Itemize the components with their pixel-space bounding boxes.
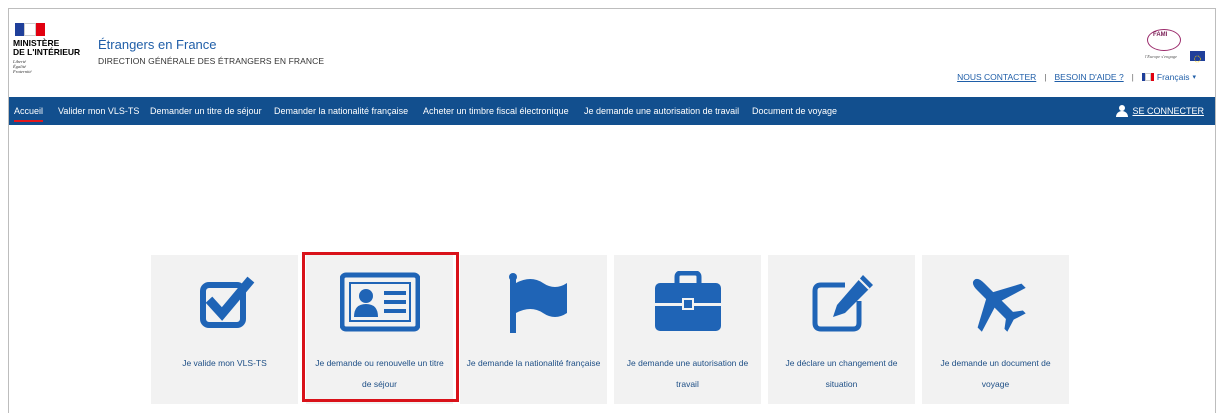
tile-label: Je déclare un changement de situation	[785, 358, 898, 389]
nav-item-work-permit[interactable]: Je demande une autorisation de travail	[584, 97, 739, 125]
nav-item-home[interactable]: Accueil	[14, 97, 44, 125]
id-card-icon	[306, 271, 453, 333]
fami-logo: FAMI l'Europe s'engage	[1145, 27, 1205, 73]
tile-label: Je valide mon VLS-TS	[182, 358, 267, 368]
ministry-name: MINISTÈRE DE L'INTÉRIEUR	[13, 39, 81, 57]
tile-label: Je demande un document de voyage	[940, 358, 1051, 389]
motto: Liberté Égalité Fraternité	[13, 59, 81, 74]
contact-link[interactable]: NOUS CONTACTER	[957, 72, 1036, 82]
tile-change-situation[interactable]: Je déclare un changement de situation	[768, 255, 915, 404]
nav-item-tax-stamp[interactable]: Acheter un timbre fiscal électronique	[423, 97, 569, 125]
briefcase-icon	[614, 271, 761, 333]
separator: |	[1131, 72, 1134, 82]
tile-label: Je demande ou renouvelle un titre de séj…	[315, 358, 444, 389]
site-subtitle: DIRECTION GÉNÉRALE DES ÉTRANGERS EN FRAN…	[98, 56, 325, 66]
site-header: MINISTÈRE DE L'INTÉRIEUR Liberté Égalité…	[9, 9, 1215, 96]
flag-icon	[460, 271, 607, 333]
tile-validate-vls-ts[interactable]: Je valide mon VLS-TS	[151, 255, 298, 404]
nav-item-travel-document[interactable]: Document de voyage	[752, 97, 837, 125]
fami-tagline: l'Europe s'engage	[1145, 54, 1178, 59]
login-button[interactable]: SE CONNECTER	[1116, 97, 1204, 125]
plane-icon	[922, 271, 1069, 333]
language-selector[interactable]: Français ▾	[1141, 72, 1196, 82]
login-label: SE CONNECTER	[1132, 106, 1204, 116]
french-flag-icon	[15, 23, 45, 36]
nav-item-validate-vls-ts[interactable]: Valider mon VLS-TS	[58, 97, 139, 125]
checkbox-icon	[151, 271, 298, 333]
motto-line: Fraternité	[13, 69, 32, 74]
french-flag-icon	[1141, 73, 1154, 81]
nav-item-nationality[interactable]: Demander la nationalité française	[274, 97, 408, 125]
site-title[interactable]: Étrangers en France	[98, 37, 217, 52]
help-link[interactable]: BESOIN D'AIDE ?	[1055, 72, 1124, 82]
ministry-line-2: DE L'INTÉRIEUR	[13, 47, 81, 57]
tile-residence-permit[interactable]: Je demande ou renouvelle un titre de séj…	[306, 255, 453, 404]
edit-icon	[768, 271, 915, 333]
main-navigation: Accueil Valider mon VLS-TS Demander un t…	[9, 97, 1215, 125]
separator: |	[1044, 72, 1047, 82]
tile-nationality[interactable]: Je demande la nationalité française	[460, 255, 607, 404]
tile-travel-document[interactable]: Je demande un document de voyage	[922, 255, 1069, 404]
utility-links: NOUS CONTACTER | BESOIN D'AIDE ? | Franç…	[957, 72, 1196, 82]
ministry-logo[interactable]: MINISTÈRE DE L'INTÉRIEUR Liberté Égalité…	[13, 23, 81, 74]
tile-label: Je demande une autorisation de travail	[626, 358, 749, 389]
nav-item-residence-permit[interactable]: Demander un titre de séjour	[150, 97, 262, 125]
caret-down-icon: ▾	[1192, 74, 1196, 81]
eu-flag-icon	[1190, 51, 1205, 63]
tile-work-permit[interactable]: Je demande une autorisation de travail	[614, 255, 761, 404]
tile-label: Je demande la nationalité française	[466, 358, 601, 368]
fami-name: FAMI	[1153, 32, 1168, 38]
user-icon	[1116, 105, 1129, 117]
language-label: Français	[1156, 72, 1190, 82]
